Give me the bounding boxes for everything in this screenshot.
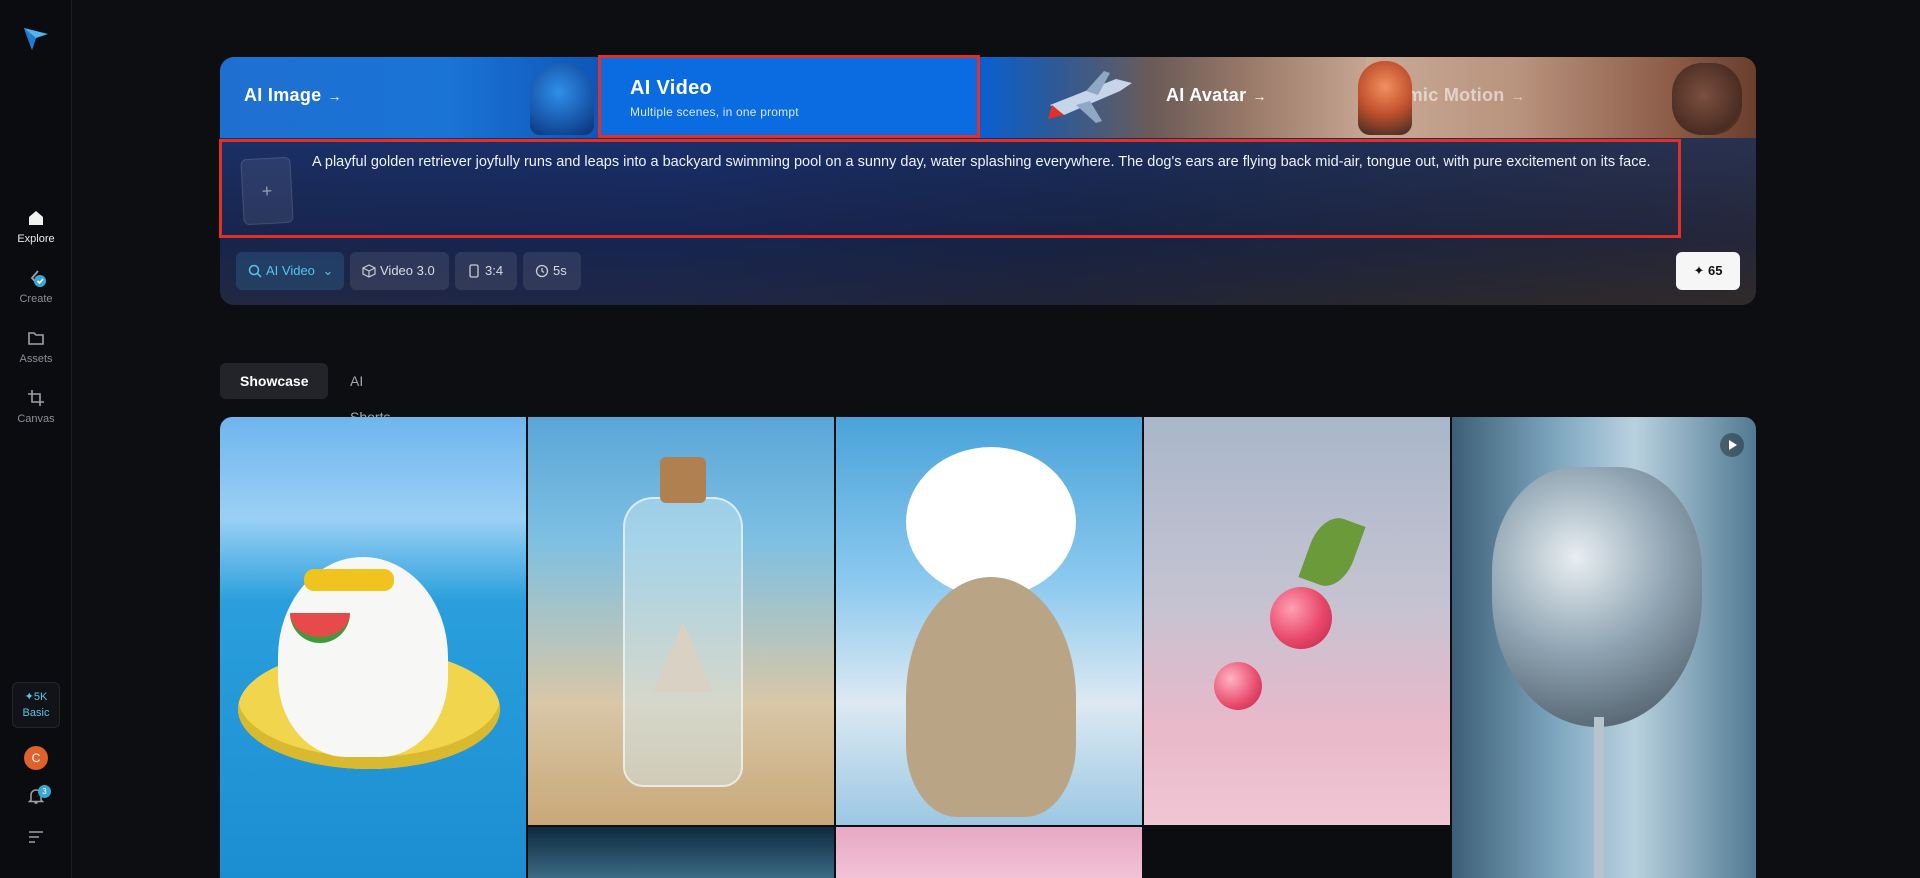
tab-ai-avatar[interactable]: AI Avatar →: [980, 57, 1366, 138]
sunglasses-shape: [304, 569, 394, 591]
model-label: Video 3.0: [380, 263, 435, 278]
sidebar-item-explore[interactable]: Explore: [0, 208, 72, 260]
menu-icon[interactable]: [26, 829, 46, 845]
tab-ai-image[interactable]: AI Image →: [220, 57, 598, 138]
model-selector[interactable]: Video 3.0: [350, 252, 449, 290]
tulip-shape: [1492, 467, 1702, 727]
tab-ai-shorts[interactable]: AI Shorts: [330, 363, 410, 425]
blue-hair-portrait-image: [530, 63, 594, 135]
gallery-item-cloud-cat[interactable]: [836, 417, 1142, 825]
tab-ai-video-label: AI Video: [630, 77, 713, 99]
credits-badge[interactable]: ✦5K Basic: [12, 682, 60, 728]
duration-label: 5s: [553, 263, 567, 278]
generate-button[interactable]: ✦ 65: [1676, 252, 1740, 290]
leaf-shape: [1298, 511, 1366, 593]
add-reference-button[interactable]: +: [240, 156, 294, 226]
chevron-down-icon: ⌄: [322, 263, 334, 278]
mode-dropdown[interactable]: AI Video ⌄: [236, 252, 344, 290]
aspect-ratio-selector[interactable]: 3:4: [455, 252, 517, 290]
avatar[interactable]: C: [24, 746, 48, 770]
prompt-area: + A playful golden retriever joyfully ru…: [220, 138, 1756, 305]
credits-amount: ✦5K: [24, 691, 48, 703]
jet-plane-image: [1048, 71, 1132, 123]
tab-label-text: AI Image: [244, 85, 322, 105]
mode-label: AI Video: [266, 263, 315, 278]
arrow-right-icon: →: [1510, 88, 1525, 104]
cube-icon: [362, 264, 376, 278]
crop-icon: [28, 390, 44, 406]
ratio-label: 3:4: [485, 263, 504, 278]
creation-panel: AI Image → AI Video Multiple scenes, in o…: [220, 57, 1756, 305]
sidebar-item-label: Create: [19, 293, 53, 305]
sidebar-item-label: Explore: [17, 233, 55, 245]
cherry-shape: [1270, 587, 1332, 649]
folder-icon: [28, 332, 44, 345]
arrow-right-icon: →: [1252, 88, 1267, 104]
play-icon[interactable]: [1720, 433, 1744, 457]
sidebar-item-assets[interactable]: Assets: [0, 328, 72, 380]
arrow-right-icon: →: [327, 88, 342, 104]
tab-label-text: AI Avatar: [1166, 85, 1247, 105]
gallery-item-cherries[interactable]: [1144, 417, 1450, 825]
mimic-motion-figure-image: [1672, 63, 1742, 135]
tab-ai-avatar-label: AI Avatar →: [1166, 85, 1267, 106]
red-hair-avatar-image: [1358, 61, 1412, 135]
app-root: Explore Create Assets Canvas ✦5K Basic C…: [0, 0, 1920, 878]
tab-ai-image-label: AI Image →: [244, 85, 342, 106]
duration-selector[interactable]: 5s: [523, 252, 581, 290]
cork-shape: [660, 457, 706, 503]
gallery-item-ship-bottle[interactable]: [528, 417, 834, 825]
gallery-item-pink-field[interactable]: [836, 827, 1142, 878]
cloud-shape: [906, 447, 1076, 597]
cherry-shape: [1214, 662, 1262, 710]
logo-icon[interactable]: [22, 24, 50, 52]
gallery-item-metal-tulip[interactable]: [1452, 417, 1756, 878]
gallery-item-cat-pool[interactable]: [220, 417, 526, 878]
prompt-input[interactable]: A playful golden retriever joyfully runs…: [312, 152, 1692, 172]
notification-badge: 3: [38, 785, 51, 798]
sidebar-item-canvas[interactable]: Canvas: [0, 388, 72, 440]
sidebar-item-create[interactable]: Create: [0, 268, 72, 320]
sidebar: Explore Create Assets Canvas ✦5K Basic C…: [0, 0, 72, 878]
sidebar-item-label: Canvas: [17, 413, 55, 425]
video-search-icon: [248, 264, 262, 278]
tab-showcase[interactable]: Showcase: [220, 363, 329, 399]
stem-shape: [1594, 717, 1604, 878]
home-icon: [29, 211, 43, 225]
aspect-ratio-icon: [469, 264, 479, 278]
generate-cost: 65: [1708, 263, 1723, 278]
mode-tabs: AI Image → AI Video Multiple scenes, in o…: [220, 57, 1756, 138]
sidebar-item-label: Assets: [19, 353, 53, 365]
gallery-item-spider-cave[interactable]: [528, 827, 834, 878]
sparkle-icon: ✦: [1693, 263, 1705, 278]
tab-ai-video-subtitle: Multiple scenes, in one prompt: [630, 105, 799, 119]
cat-shape: [906, 577, 1076, 817]
create-icon: [30, 270, 46, 287]
showcase-gallery: [220, 417, 1756, 878]
clock-icon: [535, 264, 549, 278]
tab-ai-video[interactable]: AI Video Multiple scenes, in one prompt: [598, 57, 980, 138]
plan-label: Basic: [22, 707, 50, 719]
gallery-item-dark-forest[interactable]: [1144, 827, 1450, 878]
